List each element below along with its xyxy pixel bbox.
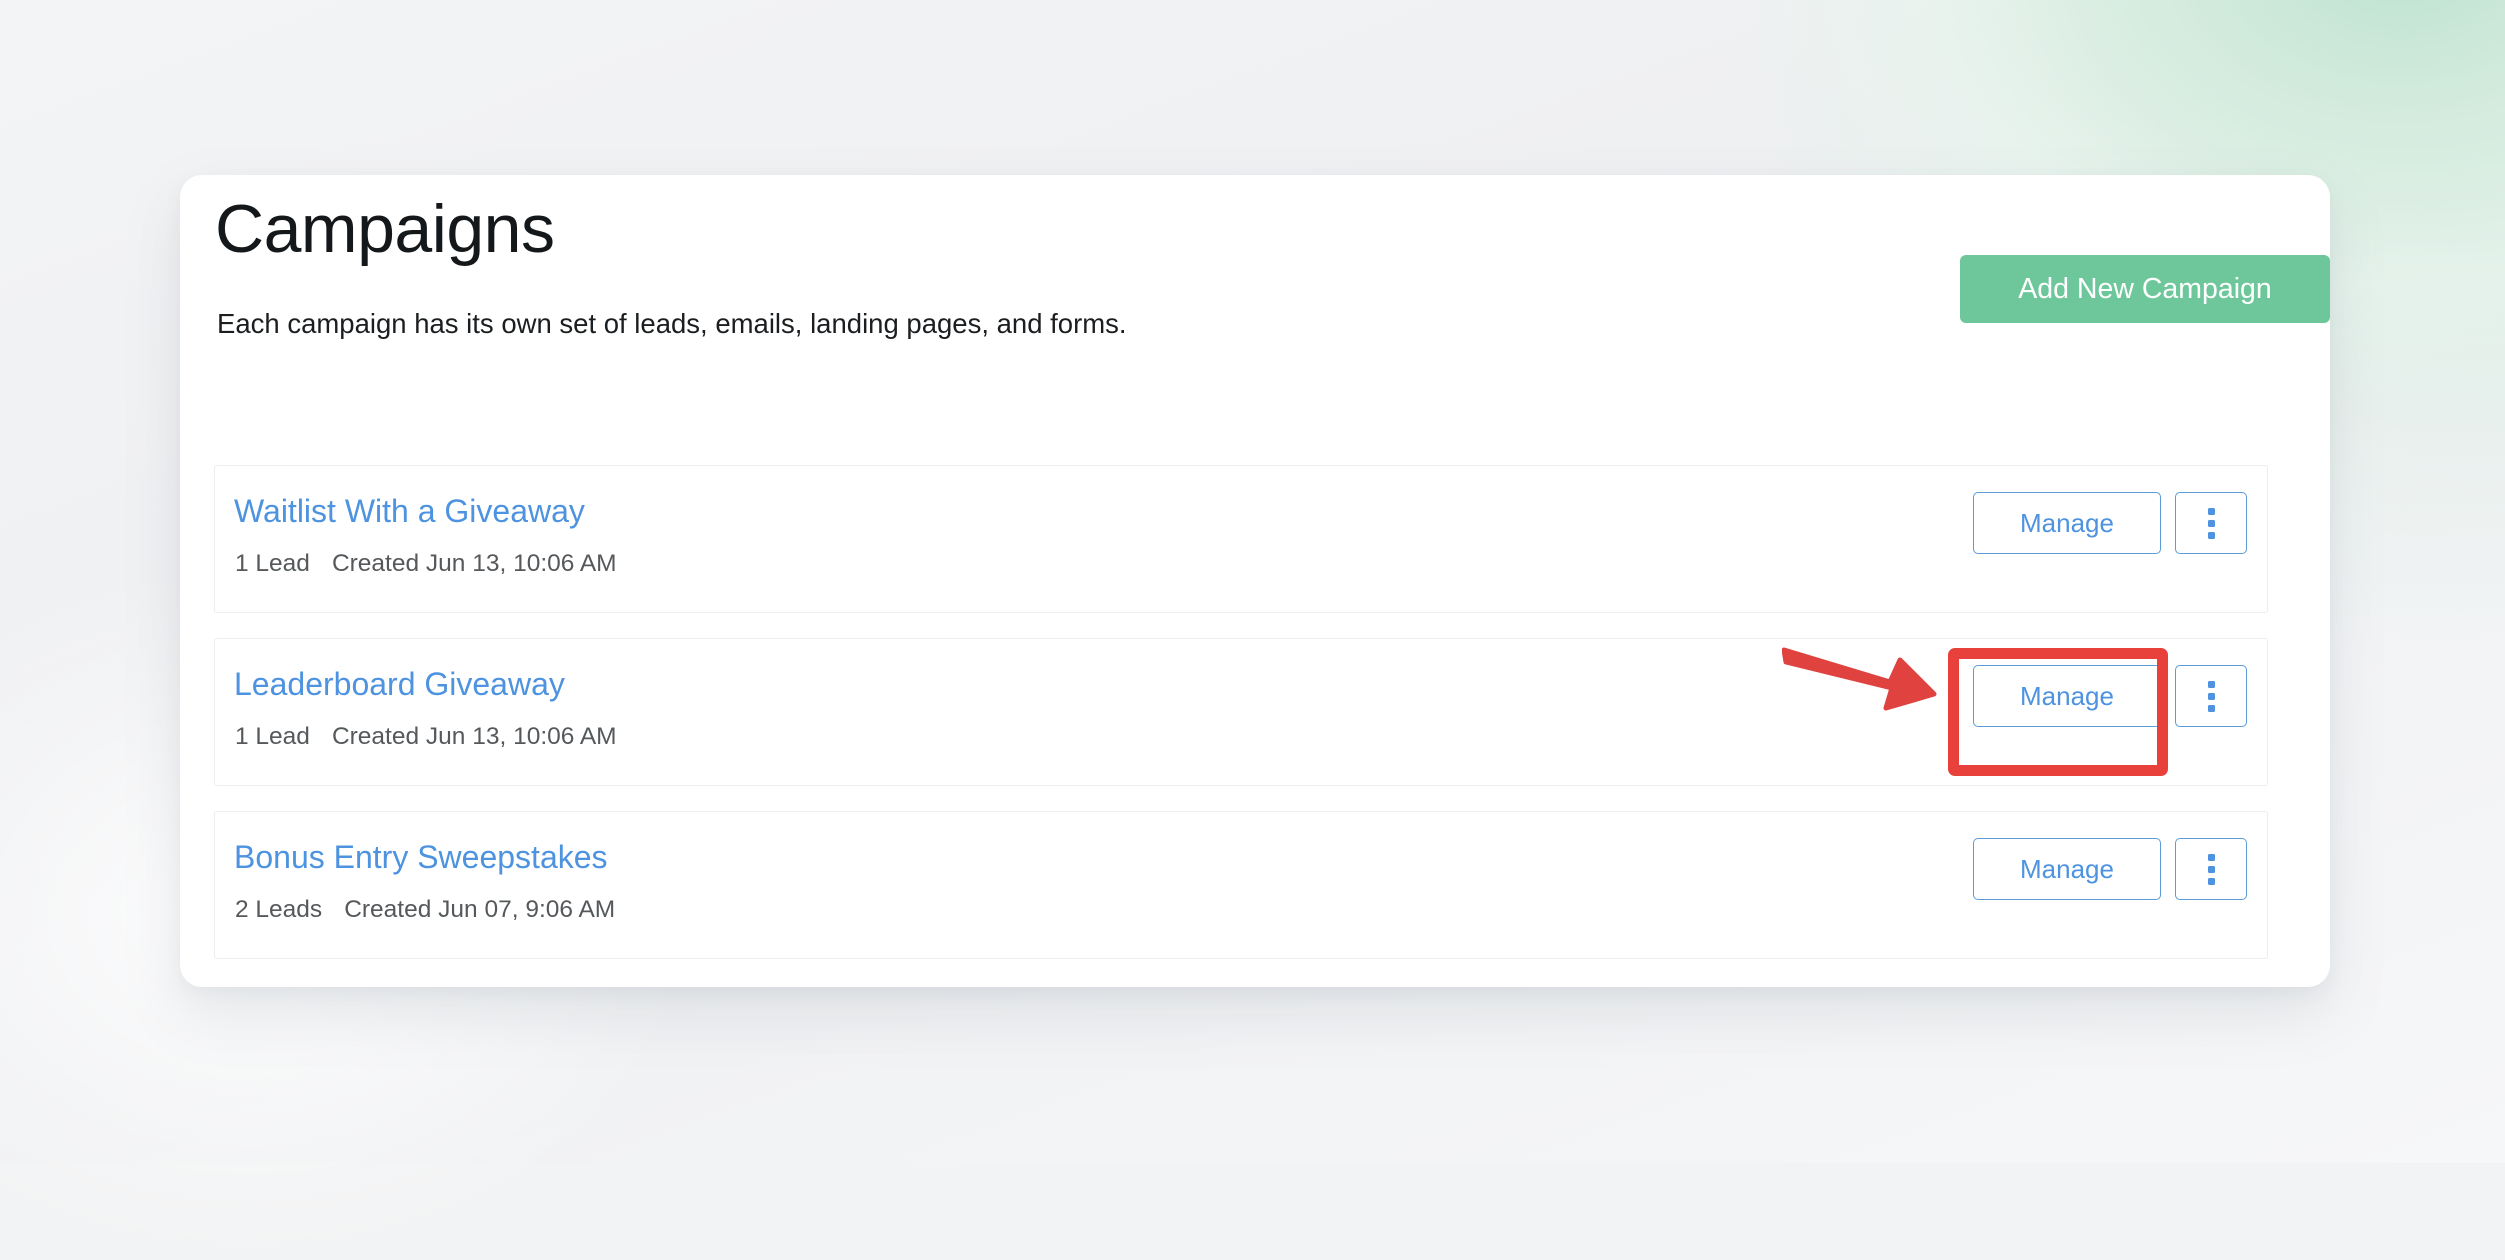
campaign-created-date: Created Jun 13, 10:06 AM bbox=[331, 550, 617, 577]
campaign-list: Waitlist With a Giveaway 1 Lead Created J… bbox=[214, 465, 2268, 984]
kebab-dot bbox=[2207, 680, 2215, 688]
kebab-dot bbox=[2207, 531, 2215, 539]
campaign-created-date: Created Jun 13, 10:06 AM bbox=[331, 723, 617, 750]
kebab-menu-icon[interactable] bbox=[2175, 838, 2247, 900]
campaigns-card: Campaigns Each campaign has its own set … bbox=[180, 175, 2330, 987]
manage-button[interactable]: Manage bbox=[1973, 492, 2161, 554]
kebab-dot bbox=[2207, 519, 2215, 527]
campaign-created-date: Created Jun 07, 9:06 AM bbox=[344, 896, 616, 923]
campaign-name-link[interactable]: Waitlist With a Giveaway bbox=[234, 493, 585, 530]
kebab-dot bbox=[2207, 507, 2215, 515]
kebab-dot bbox=[2207, 877, 2215, 885]
kebab-menu-icon[interactable] bbox=[2175, 492, 2247, 554]
campaign-name-link[interactable]: Bonus Entry Sweepstakes bbox=[234, 839, 608, 876]
add-new-campaign-button[interactable]: Add New Campaign bbox=[1960, 255, 2330, 323]
kebab-menu-icon[interactable] bbox=[2175, 665, 2247, 727]
row-actions: Manage bbox=[1973, 665, 2247, 727]
campaign-meta: 1 Lead Created Jun 13, 10:06 AM bbox=[235, 723, 617, 751]
page-subtitle: Each campaign has its own set of leads, … bbox=[217, 308, 1127, 339]
kebab-dot bbox=[2207, 865, 2215, 873]
kebab-dot bbox=[2207, 704, 2215, 712]
campaign-row: Waitlist With a Giveaway 1 Lead Created J… bbox=[214, 465, 2268, 613]
manage-button[interactable]: Manage bbox=[1973, 838, 2161, 900]
kebab-dot bbox=[2207, 692, 2215, 700]
campaign-row: Leaderboard Giveaway 1 Lead Created Jun 1… bbox=[214, 638, 2268, 786]
campaign-lead-count: 2 Leads bbox=[235, 896, 323, 923]
row-actions: Manage bbox=[1973, 492, 2247, 554]
manage-button[interactable]: Manage bbox=[1973, 665, 2161, 727]
kebab-dot bbox=[2207, 853, 2215, 861]
row-actions: Manage bbox=[1973, 838, 2247, 900]
campaign-row: Bonus Entry Sweepstakes 2 Leads Created J… bbox=[214, 811, 2268, 959]
campaign-meta: 2 Leads Created Jun 07, 9:06 AM bbox=[235, 896, 615, 924]
campaign-lead-count: 1 Lead bbox=[235, 550, 310, 577]
campaign-name-link[interactable]: Leaderboard Giveaway bbox=[234, 666, 565, 703]
campaign-lead-count: 1 Lead bbox=[235, 723, 310, 750]
page-title: Campaigns bbox=[215, 191, 555, 267]
campaign-meta: 1 Lead Created Jun 13, 10:06 AM bbox=[235, 550, 617, 578]
